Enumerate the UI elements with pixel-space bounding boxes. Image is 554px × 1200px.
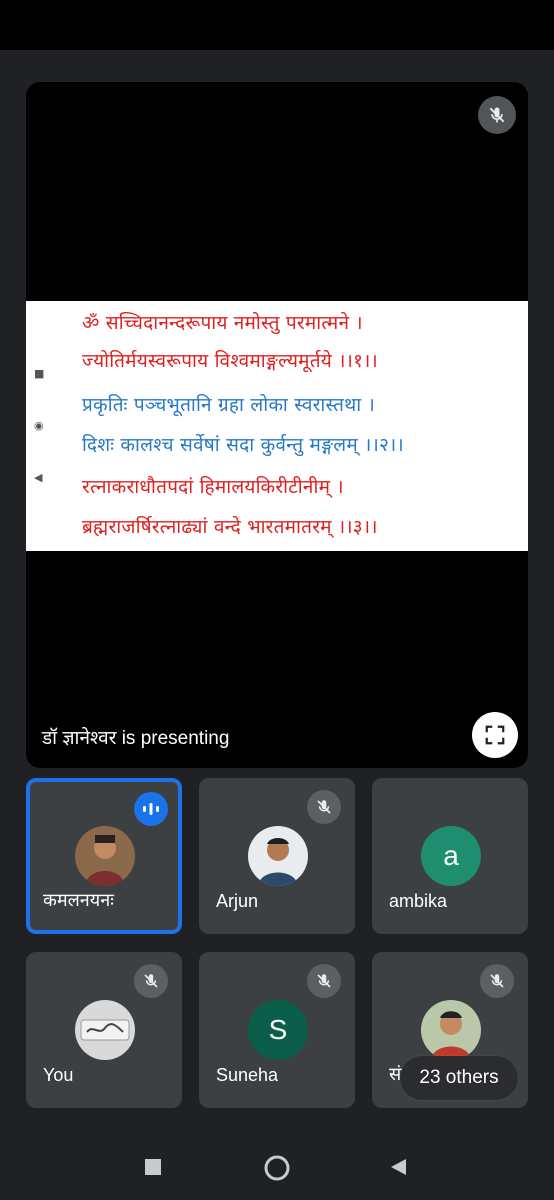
fullscreen-button[interactable] xyxy=(472,712,518,758)
status-bar xyxy=(0,0,554,50)
others-button[interactable]: 23 others xyxy=(400,1056,518,1100)
avatar xyxy=(75,1000,135,1060)
participant-name: Arjun xyxy=(216,891,259,911)
speaking-icon xyxy=(134,792,168,826)
avatar-letter: a xyxy=(421,826,481,886)
mic-off-icon xyxy=(307,790,341,824)
nav-home-button[interactable] xyxy=(263,1154,291,1182)
fullscreen-icon xyxy=(485,725,505,745)
presenter-tile[interactable]: ■ ◉ ◀ ॐ सच्चिदानन्दरूपाय नमोस्तु परमात्म… xyxy=(26,82,528,768)
avatar xyxy=(75,826,135,886)
system-nav-bar xyxy=(0,1134,554,1200)
avatar xyxy=(421,1000,481,1060)
participant-name: You xyxy=(43,1065,74,1085)
participant-tile[interactable]: Arjun xyxy=(199,778,355,934)
presenting-label: डॉ ज्ञानेश्वर is presenting xyxy=(42,728,230,749)
shared-slide: ■ ◉ ◀ ॐ सच्चिदानन्दरूपाय नमोस्तु परमात्म… xyxy=(26,301,528,551)
nav-circle-icon xyxy=(264,1155,290,1181)
slide-radio-icon: ◉ xyxy=(34,419,44,432)
slide-back-icon: ◀ xyxy=(34,471,43,484)
participant-tile-self-speaking[interactable]: कमलनयनः xyxy=(26,778,182,934)
slide-line: दिशः कालश्च सर्वेषां सदा कुर्वन्तु मङ्गल… xyxy=(82,434,404,456)
participant-tile[interactable]: S Suneha xyxy=(199,952,355,1108)
nav-back-button[interactable] xyxy=(388,1157,408,1177)
slide-line: रत्नाकराधौतपदां हिमालयकिरीटीनीम् । xyxy=(82,476,344,498)
participant-tile[interactable]: a ambika xyxy=(372,778,528,934)
mic-off-icon xyxy=(307,964,341,998)
slide-line: प्रकृतिः पञ्चभूतानि ग्रहा लोका स्वरास्तथ… xyxy=(82,394,376,416)
avatar xyxy=(248,826,308,886)
nav-back-icon xyxy=(391,1159,406,1175)
slide-stop-icon: ■ xyxy=(34,367,45,380)
participant-name: ambika xyxy=(389,891,448,911)
participant-name: कमलनयनः xyxy=(43,890,114,910)
participant-tile[interactable]: You xyxy=(26,952,182,1108)
nav-square-icon xyxy=(145,1159,161,1175)
mic-off-icon xyxy=(478,96,516,134)
participant-name: Suneha xyxy=(216,1065,279,1085)
slide-line: ब्रह्मराजर्षिरत्नाढ्यां वन्दे भारतमातरम्… xyxy=(82,516,378,538)
mic-off-icon xyxy=(134,964,168,998)
avatar-letter: S xyxy=(248,1000,308,1060)
slide-line: ॐ सच्चिदानन्दरूपाय नमोस्तु परमात्मने । xyxy=(82,312,363,334)
nav-recents-button[interactable] xyxy=(144,1158,162,1176)
slide-line: ज्योतिर्मयस्वरूपाय विश्वमाङ्गल्यमूर्तये … xyxy=(82,350,378,372)
mic-off-icon xyxy=(480,964,514,998)
